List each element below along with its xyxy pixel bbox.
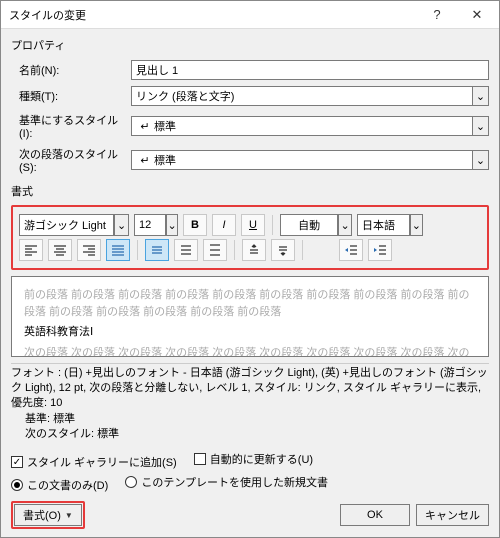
options-row-2: この文書のみ(D) このテンプレートを使用した新規文書 (11, 474, 489, 493)
format-toolbar-highlight: ⌄ ⌄ B I U ⌄ ⌄ (11, 205, 489, 270)
row-based: 基準にするスタイル(I): ↵標準 ⌄ (11, 112, 489, 140)
template-radio[interactable]: このテンプレートを使用した新規文書 (125, 474, 328, 490)
align-right-button[interactable] (77, 239, 101, 261)
ok-button[interactable]: OK (340, 504, 410, 526)
font-family-select[interactable] (19, 214, 114, 236)
format-group-label: 書式 (11, 183, 489, 199)
cancel-button[interactable]: キャンセル (416, 504, 489, 526)
chevron-down-icon[interactable]: ⌄ (166, 214, 178, 236)
properties-group-label: プロパティ (11, 37, 489, 53)
name-label: 名前(N): (19, 65, 59, 77)
format-button-highlight: 書式(O)▼ (11, 501, 85, 529)
row-next: 次の段落のスタイル(S): ↵標準 ⌄ (11, 146, 489, 174)
based-label: 基準にするスタイル(I): (19, 115, 118, 140)
chevron-down-icon[interactable]: ⌄ (410, 214, 423, 236)
based-select[interactable]: ↵標準 (131, 116, 472, 136)
style-preview: 前の段落 前の段落 前の段落 前の段落 前の段落 前の段落 前の段落 前の段落 … (11, 276, 489, 357)
options-row-1: ✓スタイル ギャラリーに追加(S) 自動的に更新する(U) (11, 451, 489, 471)
type-dropdown-icon[interactable]: ⌄ (472, 86, 489, 106)
desc-line-3: 次のスタイル: 標準 (11, 427, 489, 442)
align-center-button[interactable] (48, 239, 72, 261)
space-before-inc-button[interactable] (242, 239, 266, 261)
row-name: 名前(N): (11, 60, 489, 80)
toolbar-row-1: ⌄ ⌄ B I U ⌄ ⌄ (19, 214, 481, 236)
next-dropdown-icon[interactable]: ⌄ (472, 150, 489, 170)
lang-select[interactable] (357, 214, 410, 236)
linespacing-15-button[interactable] (174, 239, 198, 261)
desc-line-2: 基準: 標準 (11, 412, 489, 427)
indent-increase-button[interactable] (368, 239, 392, 261)
help-button[interactable]: ? (417, 2, 457, 28)
para-icon: ↵ (136, 154, 154, 167)
type-select[interactable] (131, 86, 472, 106)
format-menu-button[interactable]: 書式(O)▼ (14, 504, 82, 526)
add-to-gallery-checkbox[interactable]: ✓スタイル ギャラリーに追加(S) (11, 454, 177, 470)
based-dropdown-icon[interactable]: ⌄ (472, 116, 489, 136)
type-label: 種類(T): (19, 91, 58, 103)
auto-update-checkbox[interactable]: 自動的に更新する(U) (194, 451, 313, 467)
align-left-button[interactable] (19, 239, 43, 261)
linespacing-2-button[interactable] (203, 239, 227, 261)
next-label: 次の段落のスタイル(S): (19, 149, 118, 174)
indent-decrease-button[interactable] (339, 239, 363, 261)
dialog-footer: 書式(O)▼ OK キャンセル (11, 493, 489, 529)
linespacing-1-button[interactable] (145, 239, 169, 261)
close-button[interactable]: ✕ (457, 2, 497, 28)
align-justify-button[interactable] (106, 239, 130, 261)
chevron-down-icon: ▼ (65, 511, 73, 520)
modify-style-dialog: スタイルの変更 ? ✕ プロパティ 名前(N): 種類(T): ⌄ 基準にするス… (0, 0, 500, 538)
name-input[interactable] (131, 60, 489, 80)
row-type: 種類(T): ⌄ (11, 86, 489, 106)
titlebar: スタイルの変更 ? ✕ (1, 1, 499, 29)
preview-current-para: 英語科教育法Ⅰ (24, 324, 476, 341)
chevron-down-icon[interactable]: ⌄ (114, 214, 129, 236)
style-description: フォント : (日) +見出しのフォント - 日本語 (游ゴシック Light)… (11, 363, 489, 447)
this-document-radio[interactable]: この文書のみ(D) (11, 477, 108, 493)
preview-prev-para: 前の段落 前の段落 前の段落 前の段落 前の段落 前の段落 前の段落 前の段落 … (24, 287, 476, 320)
toolbar-row-2 (19, 239, 481, 261)
font-color-select[interactable] (280, 214, 338, 236)
font-size-select[interactable] (134, 214, 166, 236)
dialog-body: プロパティ 名前(N): 種類(T): ⌄ 基準にするスタイル(I): ↵標準 … (1, 29, 499, 537)
bold-button[interactable]: B (183, 214, 207, 236)
space-before-dec-button[interactable] (271, 239, 295, 261)
italic-button[interactable]: I (212, 214, 236, 236)
dialog-title: スタイルの変更 (9, 7, 417, 23)
desc-line-1: フォント : (日) +見出しのフォント - 日本語 (游ゴシック Light)… (11, 366, 489, 412)
chevron-down-icon[interactable]: ⌄ (338, 214, 352, 236)
underline-button[interactable]: U (241, 214, 265, 236)
preview-next-para: 次の段落 次の段落 次の段落 次の段落 次の段落 次の段落 次の段落 次の段落 … (24, 345, 476, 357)
para-icon: ↵ (136, 120, 154, 133)
next-select[interactable]: ↵標準 (131, 150, 472, 170)
